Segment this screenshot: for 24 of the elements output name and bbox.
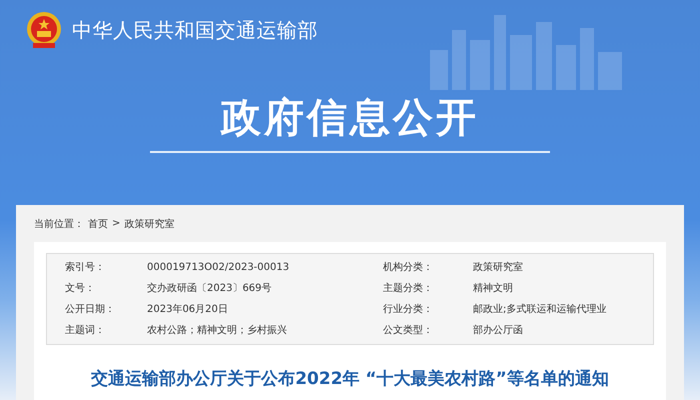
field-value: 000019713O02/2023-00013 <box>147 261 290 275</box>
section-title: 政府信息公开 <box>221 94 479 143</box>
field-value: 交办政研函〔2023〕669号 <box>147 282 273 296</box>
field-value: 精神文明 <box>473 282 514 296</box>
field-value: 农村公路；精神文明；乡村振兴 <box>147 324 288 338</box>
field-value: 2023年06月20日 <box>147 303 229 317</box>
field-value: 邮政业;多式联运和运输代理业 <box>473 302 608 317</box>
field-value: 部办公厅函 <box>473 324 524 338</box>
field-value: 政策研究室 <box>473 260 524 275</box>
field-label: 公文类型： <box>383 324 434 338</box>
breadcrumb-label: 当前位置： <box>34 218 84 230</box>
field-label: 公开日期： <box>65 302 116 317</box>
breadcrumb-link[interactable]: > <box>112 218 120 229</box>
field-label: 文号： <box>65 282 96 296</box>
field-label: 主题词： <box>65 324 106 338</box>
field-label: 索引号： <box>65 260 106 275</box>
site-name: 中华人民共和国交通运输部 <box>72 16 318 44</box>
breadcrumb-link[interactable]: 首页 <box>88 216 108 230</box>
article-title: 交通运输部办公厅关于公布2022年 “十大最美农村路”等名单的通知 <box>90 368 610 390</box>
field-label: 行业分类： <box>383 302 434 317</box>
field-label: 主题分类： <box>383 282 434 296</box>
field-label: 机构分类： <box>383 260 434 275</box>
emblem-icon <box>24 10 64 50</box>
breadcrumb-link[interactable]: 政策研究室 <box>124 216 174 230</box>
